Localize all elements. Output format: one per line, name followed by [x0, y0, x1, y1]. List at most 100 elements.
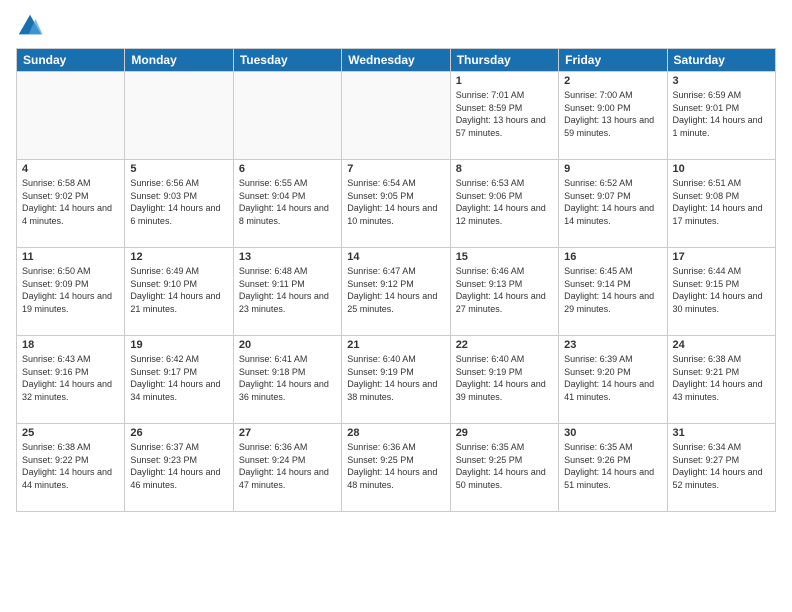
- week-row-0: 1 Sunrise: 7:01 AMSunset: 8:59 PMDaylight…: [17, 72, 776, 160]
- logo-icon: [16, 12, 44, 40]
- day-info: Sunrise: 6:50 AMSunset: 9:09 PMDaylight:…: [22, 265, 119, 315]
- calendar-cell: 31 Sunrise: 6:34 AMSunset: 9:27 PMDayligh…: [667, 424, 775, 512]
- day-info: Sunrise: 6:54 AMSunset: 9:05 PMDaylight:…: [347, 177, 444, 227]
- day-number: 7: [347, 163, 444, 175]
- day-info: Sunrise: 6:36 AMSunset: 9:24 PMDaylight:…: [239, 441, 336, 491]
- week-row-2: 11 Sunrise: 6:50 AMSunset: 9:09 PMDayligh…: [17, 248, 776, 336]
- day-number: 19: [130, 339, 227, 351]
- day-number: 24: [673, 339, 770, 351]
- calendar-cell: 26 Sunrise: 6:37 AMSunset: 9:23 PMDayligh…: [125, 424, 233, 512]
- calendar-cell: 14 Sunrise: 6:47 AMSunset: 9:12 PMDayligh…: [342, 248, 450, 336]
- calendar-cell: 22 Sunrise: 6:40 AMSunset: 9:19 PMDayligh…: [450, 336, 558, 424]
- week-row-3: 18 Sunrise: 6:43 AMSunset: 9:16 PMDayligh…: [17, 336, 776, 424]
- calendar-cell: 7 Sunrise: 6:54 AMSunset: 9:05 PMDaylight…: [342, 160, 450, 248]
- day-number: 9: [564, 163, 661, 175]
- day-number: 2: [564, 75, 661, 87]
- day-number: 4: [22, 163, 119, 175]
- calendar-header: SundayMondayTuesdayWednesdayThursdayFrid…: [17, 49, 776, 72]
- day-header-row: SundayMondayTuesdayWednesdayThursdayFrid…: [17, 49, 776, 72]
- day-number: 28: [347, 427, 444, 439]
- day-info: Sunrise: 6:36 AMSunset: 9:25 PMDaylight:…: [347, 441, 444, 491]
- week-row-1: 4 Sunrise: 6:58 AMSunset: 9:02 PMDaylight…: [17, 160, 776, 248]
- calendar-cell: [17, 72, 125, 160]
- calendar-cell: 28 Sunrise: 6:36 AMSunset: 9:25 PMDayligh…: [342, 424, 450, 512]
- day-number: 1: [456, 75, 553, 87]
- calendar-cell: 20 Sunrise: 6:41 AMSunset: 9:18 PMDayligh…: [233, 336, 341, 424]
- calendar-cell: 17Sunrise: 6:44 AMSunset: 9:15 PMDayligh…: [667, 248, 775, 336]
- day-number: 31: [673, 427, 770, 439]
- calendar-cell: 15 Sunrise: 6:46 AMSunset: 9:13 PMDayligh…: [450, 248, 558, 336]
- day-header-thursday: Thursday: [450, 49, 558, 72]
- calendar-cell: 29 Sunrise: 6:35 AMSunset: 9:25 PMDayligh…: [450, 424, 558, 512]
- day-number: 27: [239, 427, 336, 439]
- day-number: 16: [564, 251, 661, 263]
- day-number: 17: [673, 251, 770, 263]
- calendar-cell: 16 Sunrise: 6:45 AMSunset: 9:14 PMDayligh…: [559, 248, 667, 336]
- day-number: 14: [347, 251, 444, 263]
- day-info: Sunrise: 6:38 AMSunset: 9:22 PMDaylight:…: [22, 441, 119, 491]
- day-number: 11: [22, 251, 119, 263]
- day-info: Sunrise: 6:56 AMSunset: 9:03 PMDaylight:…: [130, 177, 227, 227]
- day-info: Sunrise: 6:37 AMSunset: 9:23 PMDaylight:…: [130, 441, 227, 491]
- day-info: Sunrise: 7:01 AMSunset: 8:59 PMDaylight:…: [456, 89, 553, 139]
- day-number: 12: [130, 251, 227, 263]
- day-info: Sunrise: 6:39 AMSunset: 9:20 PMDaylight:…: [564, 353, 661, 403]
- day-number: 29: [456, 427, 553, 439]
- calendar-cell: [342, 72, 450, 160]
- day-number: 21: [347, 339, 444, 351]
- day-info: Sunrise: 6:35 AMSunset: 9:26 PMDaylight:…: [564, 441, 661, 491]
- calendar-cell: 12 Sunrise: 6:49 AMSunset: 9:10 PMDayligh…: [125, 248, 233, 336]
- calendar-body: 1 Sunrise: 7:01 AMSunset: 8:59 PMDaylight…: [17, 72, 776, 512]
- calendar-cell: 4 Sunrise: 6:58 AMSunset: 9:02 PMDaylight…: [17, 160, 125, 248]
- calendar-cell: [125, 72, 233, 160]
- calendar-cell: 5 Sunrise: 6:56 AMSunset: 9:03 PMDaylight…: [125, 160, 233, 248]
- week-row-4: 25 Sunrise: 6:38 AMSunset: 9:22 PMDayligh…: [17, 424, 776, 512]
- day-info: Sunrise: 6:55 AMSunset: 9:04 PMDaylight:…: [239, 177, 336, 227]
- day-info: Sunrise: 6:58 AMSunset: 9:02 PMDaylight:…: [22, 177, 119, 227]
- calendar-cell: 23 Sunrise: 6:39 AMSunset: 9:20 PMDayligh…: [559, 336, 667, 424]
- calendar-cell: 24 Sunrise: 6:38 AMSunset: 9:21 PMDayligh…: [667, 336, 775, 424]
- day-number: 3: [673, 75, 770, 87]
- day-info: Sunrise: 6:49 AMSunset: 9:10 PMDaylight:…: [130, 265, 227, 315]
- day-number: 23: [564, 339, 661, 351]
- calendar-cell: 3 Sunrise: 6:59 AMSunset: 9:01 PMDaylight…: [667, 72, 775, 160]
- calendar-cell: 2Sunrise: 7:00 AMSunset: 9:00 PMDaylight…: [559, 72, 667, 160]
- day-number: 30: [564, 427, 661, 439]
- day-header-saturday: Saturday: [667, 49, 775, 72]
- calendar-cell: 25 Sunrise: 6:38 AMSunset: 9:22 PMDayligh…: [17, 424, 125, 512]
- calendar-cell: 8 Sunrise: 6:53 AMSunset: 9:06 PMDaylight…: [450, 160, 558, 248]
- day-number: 26: [130, 427, 227, 439]
- day-info: Sunrise: 6:35 AMSunset: 9:25 PMDaylight:…: [456, 441, 553, 491]
- day-info: Sunrise: 6:43 AMSunset: 9:16 PMDaylight:…: [22, 353, 119, 403]
- day-info: Sunrise: 6:59 AMSunset: 9:01 PMDaylight:…: [673, 89, 770, 139]
- day-info: Sunrise: 6:38 AMSunset: 9:21 PMDaylight:…: [673, 353, 770, 403]
- day-header-monday: Monday: [125, 49, 233, 72]
- day-info: Sunrise: 6:40 AMSunset: 9:19 PMDaylight:…: [456, 353, 553, 403]
- calendar-table: SundayMondayTuesdayWednesdayThursdayFrid…: [16, 48, 776, 512]
- day-number: 15: [456, 251, 553, 263]
- day-number: 20: [239, 339, 336, 351]
- calendar-cell: 10Sunrise: 6:51 AMSunset: 9:08 PMDayligh…: [667, 160, 775, 248]
- day-info: Sunrise: 6:45 AMSunset: 9:14 PMDaylight:…: [564, 265, 661, 315]
- calendar-cell: 19Sunrise: 6:42 AMSunset: 9:17 PMDayligh…: [125, 336, 233, 424]
- day-info: Sunrise: 6:51 AMSunset: 9:08 PMDaylight:…: [673, 177, 770, 227]
- day-number: 8: [456, 163, 553, 175]
- day-number: 25: [22, 427, 119, 439]
- day-info: Sunrise: 6:46 AMSunset: 9:13 PMDaylight:…: [456, 265, 553, 315]
- day-number: 18: [22, 339, 119, 351]
- day-info: Sunrise: 6:41 AMSunset: 9:18 PMDaylight:…: [239, 353, 336, 403]
- calendar-cell: 6 Sunrise: 6:55 AMSunset: 9:04 PMDaylight…: [233, 160, 341, 248]
- day-header-tuesday: Tuesday: [233, 49, 341, 72]
- day-header-sunday: Sunday: [17, 49, 125, 72]
- header: [16, 12, 776, 40]
- day-number: 22: [456, 339, 553, 351]
- day-info: Sunrise: 6:47 AMSunset: 9:12 PMDaylight:…: [347, 265, 444, 315]
- page: SundayMondayTuesdayWednesdayThursdayFrid…: [0, 0, 792, 612]
- day-number: 5: [130, 163, 227, 175]
- day-info: Sunrise: 6:34 AMSunset: 9:27 PMDaylight:…: [673, 441, 770, 491]
- calendar-cell: 13Sunrise: 6:48 AMSunset: 9:11 PMDayligh…: [233, 248, 341, 336]
- day-info: Sunrise: 6:53 AMSunset: 9:06 PMDaylight:…: [456, 177, 553, 227]
- day-info: Sunrise: 6:40 AMSunset: 9:19 PMDaylight:…: [347, 353, 444, 403]
- day-number: 6: [239, 163, 336, 175]
- calendar-cell: 30 Sunrise: 6:35 AMSunset: 9:26 PMDayligh…: [559, 424, 667, 512]
